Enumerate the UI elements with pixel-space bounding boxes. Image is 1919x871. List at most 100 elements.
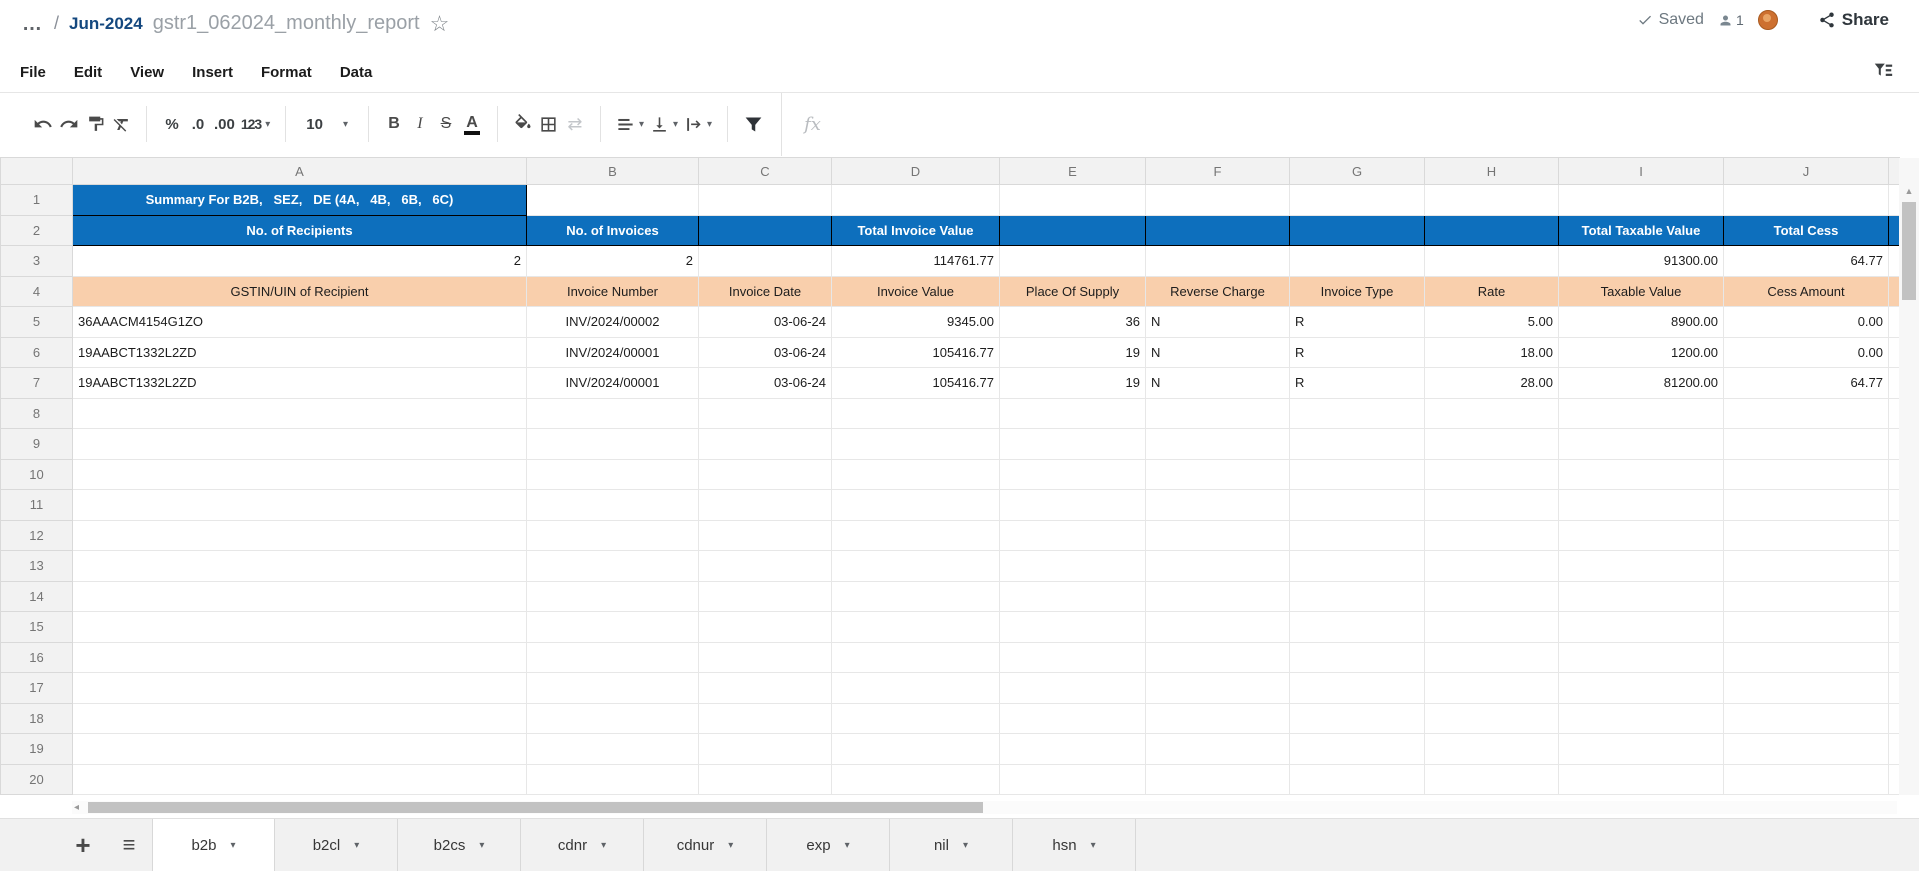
- cell-B2[interactable]: No. of Invoices: [527, 215, 699, 246]
- cell-J11[interactable]: [1724, 490, 1889, 521]
- cell-G16[interactable]: [1290, 642, 1425, 673]
- cell-D12[interactable]: [832, 520, 1000, 551]
- cell-J6[interactable]: 0.00: [1724, 337, 1889, 368]
- cell-C2[interactable]: [699, 215, 832, 246]
- cell-G7[interactable]: R: [1290, 368, 1425, 399]
- cell-D5[interactable]: 9345.00: [832, 307, 1000, 338]
- cell-E15[interactable]: [1000, 612, 1146, 643]
- cell-B5[interactable]: INV/2024/00002: [527, 307, 699, 338]
- vertical-align-button[interactable]: ▾: [647, 107, 681, 141]
- cell-I17[interactable]: [1559, 673, 1724, 704]
- cell-D13[interactable]: [832, 551, 1000, 582]
- cell-B4[interactable]: Invoice Number: [527, 276, 699, 307]
- cell-F17[interactable]: [1146, 673, 1290, 704]
- row-header-11[interactable]: 11: [1, 490, 73, 521]
- column-header-E[interactable]: E: [1000, 158, 1146, 185]
- cell-K16[interactable]: [1889, 642, 1900, 673]
- cell-F6[interactable]: N: [1146, 337, 1290, 368]
- cell-E2[interactable]: [1000, 215, 1146, 246]
- cell-G19[interactable]: [1290, 734, 1425, 765]
- cell-K2[interactable]: [1889, 215, 1900, 246]
- cell-C13[interactable]: [699, 551, 832, 582]
- borders-button[interactable]: [536, 107, 562, 141]
- cell-C18[interactable]: [699, 703, 832, 734]
- cell-E17[interactable]: [1000, 673, 1146, 704]
- cell-D4[interactable]: Invoice Value: [832, 276, 1000, 307]
- cell-C11[interactable]: [699, 490, 832, 521]
- column-header-F[interactable]: F: [1146, 158, 1290, 185]
- cell-A9[interactable]: [73, 429, 527, 460]
- grid-corner[interactable]: [1, 158, 73, 185]
- cell-B1[interactable]: [527, 185, 699, 216]
- row-header-9[interactable]: 9: [1, 429, 73, 460]
- scroll-left-icon[interactable]: ◂: [74, 801, 79, 814]
- cell-E8[interactable]: [1000, 398, 1146, 429]
- filter-list-icon[interactable]: [1871, 60, 1895, 87]
- share-button[interactable]: Share: [1818, 10, 1889, 30]
- cell-D15[interactable]: [832, 612, 1000, 643]
- paint-format-icon[interactable]: [82, 107, 108, 141]
- row-header-2[interactable]: 2: [1, 215, 73, 246]
- cell-A8[interactable]: [73, 398, 527, 429]
- bold-button[interactable]: B: [381, 107, 407, 141]
- menu-file[interactable]: File: [20, 64, 46, 81]
- cell-J10[interactable]: [1724, 459, 1889, 490]
- vertical-scrollbar-thumb[interactable]: [1902, 202, 1916, 300]
- vertical-scrollbar[interactable]: ▲: [1899, 158, 1919, 795]
- sheet-tab-b2cl[interactable]: b2cl▾: [275, 819, 398, 871]
- cell-F20[interactable]: [1146, 764, 1290, 795]
- cell-I8[interactable]: [1559, 398, 1724, 429]
- cell-F8[interactable]: [1146, 398, 1290, 429]
- cell-G5[interactable]: R: [1290, 307, 1425, 338]
- cell-B6[interactable]: INV/2024/00001: [527, 337, 699, 368]
- strikethrough-button[interactable]: S: [433, 107, 459, 141]
- cell-A6[interactable]: 19AABCT1332L2ZD: [73, 337, 527, 368]
- cell-G12[interactable]: [1290, 520, 1425, 551]
- cell-K8[interactable]: [1889, 398, 1900, 429]
- sheet-tab-hsn[interactable]: hsn▾: [1013, 819, 1136, 871]
- clear-format-icon[interactable]: [108, 107, 134, 141]
- cell-K20[interactable]: [1889, 764, 1900, 795]
- increase-decimal-button[interactable]: .00: [211, 107, 238, 141]
- row-header-12[interactable]: 12: [1, 520, 73, 551]
- cell-J5[interactable]: 0.00: [1724, 307, 1889, 338]
- row-header-6[interactable]: 6: [1, 337, 73, 368]
- cell-I2[interactable]: Total Taxable Value: [1559, 215, 1724, 246]
- cell-K17[interactable]: [1889, 673, 1900, 704]
- cell-H9[interactable]: [1425, 429, 1559, 460]
- cell-D10[interactable]: [832, 459, 1000, 490]
- cell-B8[interactable]: [527, 398, 699, 429]
- cell-E11[interactable]: [1000, 490, 1146, 521]
- cell-K10[interactable]: [1889, 459, 1900, 490]
- merge-cells-button[interactable]: ⇄: [562, 107, 588, 141]
- cell-G20[interactable]: [1290, 764, 1425, 795]
- cell-A19[interactable]: [73, 734, 527, 765]
- column-header-J[interactable]: J: [1724, 158, 1889, 185]
- cell-J15[interactable]: [1724, 612, 1889, 643]
- cell-J9[interactable]: [1724, 429, 1889, 460]
- cell-E14[interactable]: [1000, 581, 1146, 612]
- cell-E20[interactable]: [1000, 764, 1146, 795]
- cell-A3[interactable]: 2: [73, 246, 527, 277]
- cell-F9[interactable]: [1146, 429, 1290, 460]
- cell-C19[interactable]: [699, 734, 832, 765]
- cell-H4[interactable]: Rate: [1425, 276, 1559, 307]
- cell-B19[interactable]: [527, 734, 699, 765]
- cell-H15[interactable]: [1425, 612, 1559, 643]
- cell-A4[interactable]: GSTIN/UIN of Recipient: [73, 276, 527, 307]
- cell-E6[interactable]: 19: [1000, 337, 1146, 368]
- sheet-tab-cdnur[interactable]: cdnur▾: [644, 819, 767, 871]
- cell-J17[interactable]: [1724, 673, 1889, 704]
- cell-E3[interactable]: [1000, 246, 1146, 277]
- cell-D3[interactable]: 114761.77: [832, 246, 1000, 277]
- cell-D9[interactable]: [832, 429, 1000, 460]
- cell-I12[interactable]: [1559, 520, 1724, 551]
- cell-J8[interactable]: [1724, 398, 1889, 429]
- cell-B10[interactable]: [527, 459, 699, 490]
- cell-K14[interactable]: [1889, 581, 1900, 612]
- decrease-decimal-button[interactable]: .0: [185, 107, 211, 141]
- column-header-B[interactable]: B: [527, 158, 699, 185]
- cell-D14[interactable]: [832, 581, 1000, 612]
- cell-I6[interactable]: 1200.00: [1559, 337, 1724, 368]
- cell-K9[interactable]: [1889, 429, 1900, 460]
